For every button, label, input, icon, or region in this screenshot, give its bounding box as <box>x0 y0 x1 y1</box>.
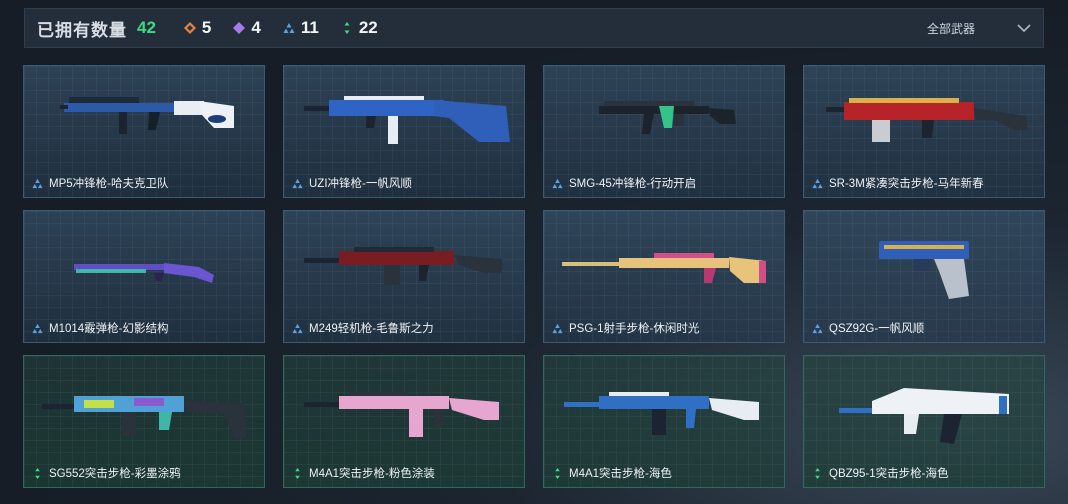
owned-count-title: 已拥有数量 <box>37 20 127 40</box>
weapon-image-psg1 <box>562 253 766 283</box>
weapon-image-smg45 <box>599 101 736 134</box>
rarity-count: 11 <box>300 18 319 37</box>
blue-triangle-icon <box>812 178 823 188</box>
weapon-image-m249 <box>304 247 502 285</box>
weapon-name-text: PSG-1射手步枪-休闲时光 <box>569 323 700 335</box>
rarity-stat-blue: 11 <box>283 18 319 38</box>
orange-diamond-icon <box>183 22 196 34</box>
weapon-name-text: QBZ95-1突击步枪-海色 <box>829 468 949 480</box>
blue-triangle-icon <box>552 178 563 188</box>
weapon-name-text: QSZ92G-一帆风顺 <box>829 323 925 335</box>
weapon-card-m4a1-pink[interactable]: M4A1突击步枪-粉色涂装 <box>283 355 525 488</box>
weapon-image-sg552 <box>42 396 246 438</box>
weapon-card-psg1[interactable]: PSG-1射手步枪-休闲时光 <box>543 210 785 343</box>
weapon-filter-dropdown[interactable]: 全部武器 <box>927 9 1031 47</box>
weapon-filter-label: 全部武器 <box>926 21 975 36</box>
weapon-card-uzi[interactable]: UZI冲锋枪-一帆风顺 <box>283 65 525 198</box>
rarity-stat-orange: 5 <box>183 18 212 38</box>
weapon-name-text: M4A1突击步枪-海色 <box>569 468 672 480</box>
rarity-count: 4 <box>251 18 261 37</box>
owned-total-count: 42 <box>137 18 156 37</box>
weapon-name: M1014霰弹枪-幻影结构 <box>32 320 169 336</box>
weapon-name-text: M1014霰弹枪-幻影结构 <box>49 323 169 335</box>
blue-triangle-icon <box>552 323 563 333</box>
weapon-image-qbz95-sea <box>839 388 1009 444</box>
weapon-name-text: M249轻机枪-毛鲁斯之力 <box>309 323 434 335</box>
weapon-name: M249轻机枪-毛鲁斯之力 <box>292 320 434 336</box>
rarity-count: 22 <box>358 18 378 37</box>
green-dots-icon <box>815 467 820 479</box>
rarity-stat-purple: 4 <box>233 18 261 38</box>
weapon-name: M4A1突击步枪-粉色涂装 <box>292 465 435 481</box>
weapon-name: SG552突击步枪-彩墨涂鸦 <box>32 465 181 481</box>
blue-triangle-icon <box>812 323 823 333</box>
weapon-image-uzi <box>304 96 510 144</box>
weapon-name: SMG-45冲锋枪-行动开启 <box>552 175 696 191</box>
weapon-card-sg552[interactable]: SG552突击步枪-彩墨涂鸦 <box>23 355 265 488</box>
weapon-card-mp5[interactable]: MP5冲锋枪-哈夫克卫队 <box>23 65 265 198</box>
weapon-card-smg45[interactable]: SMG-45冲锋枪-行动开启 <box>543 65 785 198</box>
weapon-image-mp5 <box>60 97 234 134</box>
weapon-card-m1014[interactable]: M1014霰弹枪-幻影结构 <box>23 210 265 343</box>
weapon-image-m1014 <box>74 263 214 283</box>
green-dots-icon <box>295 467 300 479</box>
weapon-skin-grid: MP5冲锋枪-哈夫克卫队 UZI冲锋枪-一帆风顺 SMG-45冲锋枪-行动开启 … <box>23 65 1045 488</box>
green-dots-icon <box>344 22 350 34</box>
blue-triangle-icon <box>292 178 303 188</box>
weapon-card-m4a1-sea[interactable]: M4A1突击步枪-海色 <box>543 355 785 488</box>
owned-summary-bar: 已拥有数量 42 5 4 11 22 全部武器 <box>24 8 1044 48</box>
weapon-name: UZI冲锋枪-一帆风顺 <box>292 175 412 191</box>
weapon-name: QSZ92G-一帆风顺 <box>812 320 924 336</box>
weapon-card-qbz95-sea[interactable]: QBZ95-1突击步枪-海色 <box>803 355 1045 488</box>
weapon-name-text: SMG-45冲锋枪-行动开启 <box>569 178 697 190</box>
weapon-image-m4a1-sea <box>564 392 759 435</box>
weapon-name-text: SR-3M紧凑突击步枪-马年新春 <box>829 178 984 190</box>
weapon-name: PSG-1射手步枪-休闲时光 <box>552 320 699 336</box>
blue-triangle-icon <box>292 323 303 333</box>
weapon-name-text: SG552突击步枪-彩墨涂鸦 <box>49 468 181 480</box>
weapon-name: SR-3M紧凑突击步枪-马年新春 <box>812 175 984 191</box>
weapon-image-sr3m <box>826 98 1028 142</box>
weapon-image-m4a1-pink <box>304 392 499 437</box>
weapon-name: M4A1突击步枪-海色 <box>552 465 672 481</box>
green-dots-icon <box>35 467 40 479</box>
purple-diamond-icon <box>233 22 246 34</box>
rarity-count: 5 <box>201 18 212 37</box>
blue-triangle-icon <box>283 23 295 33</box>
blue-triangle-icon <box>32 178 43 188</box>
weapon-card-qsz92g[interactable]: QSZ92G-一帆风顺 <box>803 210 1045 343</box>
rarity-stat-green: 22 <box>341 18 378 38</box>
weapon-image-qsz92g <box>879 241 969 299</box>
chevron-down-icon <box>1017 24 1031 33</box>
blue-triangle-icon <box>32 323 43 333</box>
green-dots-icon <box>555 467 560 479</box>
weapon-name-text: MP5冲锋枪-哈夫克卫队 <box>49 178 169 190</box>
weapon-card-m249[interactable]: M249轻机枪-毛鲁斯之力 <box>283 210 525 343</box>
weapon-name: MP5冲锋枪-哈夫克卫队 <box>32 175 168 191</box>
weapon-name: QBZ95-1突击步枪-海色 <box>812 465 949 481</box>
weapon-card-sr3m[interactable]: SR-3M紧凑突击步枪-马年新春 <box>803 65 1045 198</box>
weapon-name-text: UZI冲锋枪-一帆风顺 <box>309 178 412 190</box>
weapon-name-text: M4A1突击步枪-粉色涂装 <box>309 468 435 480</box>
